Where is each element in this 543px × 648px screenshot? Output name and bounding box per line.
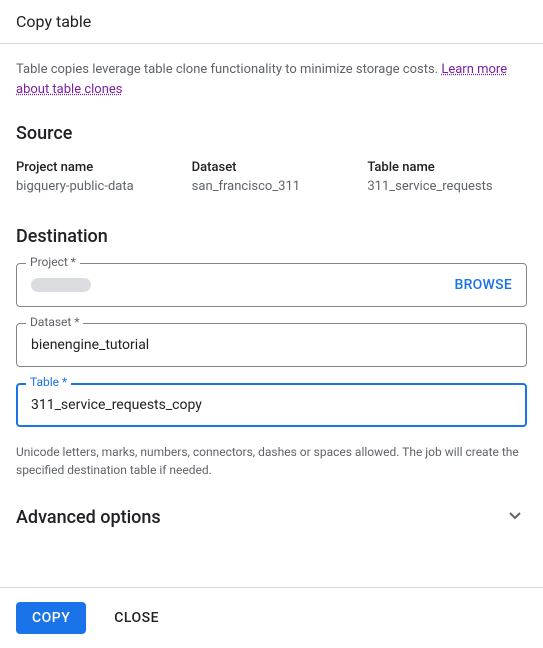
dialog-title: Copy table (16, 12, 527, 31)
table-field-group: Table * (16, 383, 527, 427)
table-input[interactable] (31, 397, 512, 413)
source-grid: Project name bigquery-public-data Datase… (16, 160, 527, 194)
browse-button[interactable]: BROWSE (454, 277, 512, 293)
dataset-field-label: Dataset * (26, 315, 83, 329)
table-helper-text: Unicode letters, marks, numbers, connect… (16, 443, 527, 479)
source-project-col: Project name bigquery-public-data (16, 160, 176, 194)
info-text: Table copies leverage table clone functi… (16, 60, 527, 99)
dialog-content: Table copies leverage table clone functi… (0, 44, 543, 587)
source-dataset-value: san_francisco_311 (192, 179, 352, 194)
close-button[interactable]: CLOSE (102, 602, 171, 634)
advanced-options-label: Advanced options (16, 507, 161, 528)
info-text-body: Table copies leverage table clone functi… (16, 62, 441, 77)
project-field-label: Project * (26, 255, 80, 269)
dialog-header: Copy table (0, 0, 543, 44)
source-dataset-col: Dataset san_francisco_311 (192, 160, 352, 194)
dataset-input[interactable] (31, 337, 512, 353)
dialog-footer: COPY CLOSE (0, 587, 543, 648)
chevron-down-icon (503, 503, 527, 531)
dataset-field-box[interactable] (16, 323, 527, 367)
table-field-label: Table * (26, 375, 71, 389)
copy-button[interactable]: COPY (16, 602, 86, 634)
project-field-box[interactable]: BROWSE (16, 263, 527, 307)
destination-heading: Destination (16, 226, 527, 247)
advanced-options-expander[interactable]: Advanced options (16, 503, 527, 531)
project-field-group: Project * BROWSE (16, 263, 527, 307)
source-table-label: Table name (367, 160, 527, 175)
source-table-value: 311_service_requests (367, 179, 527, 194)
table-field-box[interactable] (16, 383, 527, 427)
source-heading: Source (16, 123, 527, 144)
source-dataset-label: Dataset (192, 160, 352, 175)
source-table-col: Table name 311_service_requests (367, 160, 527, 194)
source-project-value: bigquery-public-data (16, 179, 176, 194)
source-project-label: Project name (16, 160, 176, 175)
dataset-field-group: Dataset * (16, 323, 527, 367)
project-value-redacted (31, 278, 91, 292)
